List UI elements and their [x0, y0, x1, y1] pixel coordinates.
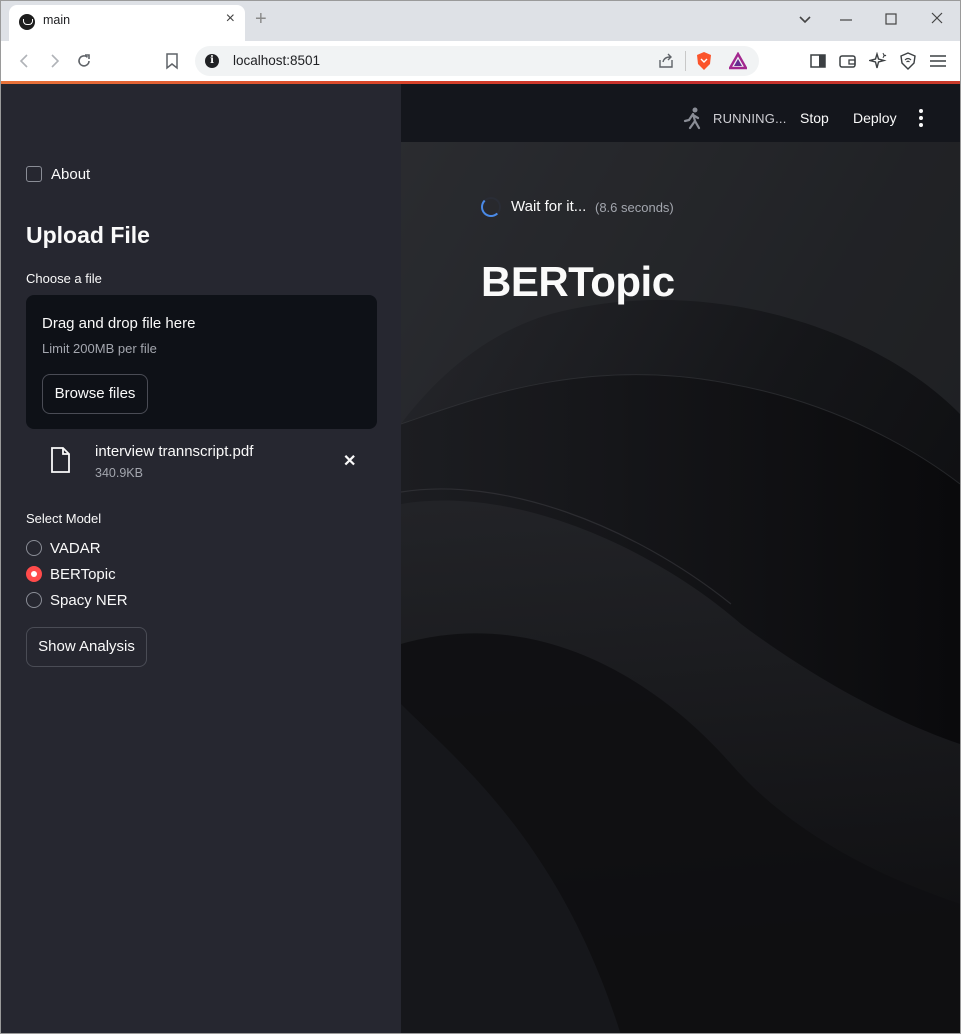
radio-bertopic[interactable] [26, 566, 42, 582]
maximize-icon[interactable] [884, 9, 898, 35]
uploaded-file-name: interview trannscript.pdf [95, 443, 254, 460]
choose-file-label: Choose a file [26, 271, 102, 286]
browser-toolbar: i localhost:8501 [1, 41, 960, 81]
deploy-button[interactable]: Deploy [853, 110, 897, 126]
leo-ai-icon[interactable] [866, 41, 890, 81]
divider [685, 51, 686, 71]
tab-strip: main × + [1, 1, 960, 41]
tab-close-button[interactable]: × [226, 11, 235, 27]
browser-tab[interactable]: main × [9, 5, 245, 41]
close-window-icon[interactable] [930, 9, 944, 35]
page-title: BERTopic [481, 258, 675, 305]
kebab-menu-icon[interactable] [913, 109, 929, 127]
sidebar: About Upload File Choose a file Drag and… [1, 84, 401, 1033]
address-bar[interactable]: i localhost:8501 [195, 46, 759, 76]
dropzone-title: Drag and drop file here [42, 315, 196, 332]
radio-spacy-ner[interactable] [26, 592, 42, 608]
url-text[interactable]: localhost:8501 [233, 53, 320, 68]
running-man-icon [683, 107, 701, 130]
file-dropzone[interactable]: Drag and drop file here Limit 200MB per … [26, 295, 377, 429]
hamburger-menu-icon[interactable] [926, 41, 950, 81]
background-image [401, 84, 960, 1033]
tab-title: main [43, 13, 71, 27]
info-icon[interactable]: i [205, 54, 219, 68]
status-running-text: RUNNING... [713, 111, 787, 126]
main-content: RUNNING... Stop Deploy Wait for it... (8… [401, 84, 960, 1033]
minimize-icon[interactable] [839, 9, 853, 35]
reload-icon[interactable] [72, 41, 96, 81]
about-label[interactable]: About [51, 166, 90, 183]
radio-label-spacy-ner[interactable]: Spacy NER [50, 592, 128, 609]
uploaded-file-size: 340.9KB [95, 466, 143, 480]
bookmark-icon[interactable] [160, 41, 184, 81]
about-checkbox[interactable] [26, 166, 42, 182]
spinner-text: Wait for it... [511, 198, 587, 215]
forward-icon[interactable] [42, 41, 66, 81]
radio-label-bertopic[interactable]: BERTopic [50, 566, 116, 583]
sidebar-toggle-icon[interactable] [806, 41, 830, 81]
brave-shields-icon[interactable] [695, 51, 713, 76]
remove-file-icon[interactable]: ✕ [343, 451, 356, 471]
stop-button[interactable]: Stop [800, 110, 829, 126]
new-tab-button[interactable]: + [255, 9, 267, 29]
dropzone-limit: Limit 200MB per file [42, 341, 157, 356]
app-header: RUNNING... Stop Deploy [401, 84, 960, 142]
radio-label-vadar[interactable]: VADAR [50, 540, 101, 557]
wallet-icon[interactable] [836, 41, 860, 81]
show-analysis-button[interactable]: Show Analysis [26, 627, 147, 667]
upload-heading: Upload File [26, 222, 150, 248]
browser-window: main × + i localhost:8501 About Upload F… [0, 0, 961, 1034]
share-icon[interactable] [657, 52, 675, 75]
radio-vadar[interactable] [26, 540, 42, 556]
brave-rewards-icon[interactable] [727, 51, 749, 75]
back-icon[interactable] [13, 41, 37, 81]
spinner-icon [481, 197, 501, 217]
browse-files-button[interactable]: Browse files [42, 374, 148, 414]
spinner-elapsed: (8.6 seconds) [595, 200, 674, 215]
tab-search-icon[interactable] [798, 9, 812, 35]
streamlit-favicon-icon [19, 14, 35, 30]
vpn-shield-icon[interactable] [896, 41, 920, 81]
file-icon [50, 447, 70, 478]
select-model-label: Select Model [26, 511, 102, 526]
